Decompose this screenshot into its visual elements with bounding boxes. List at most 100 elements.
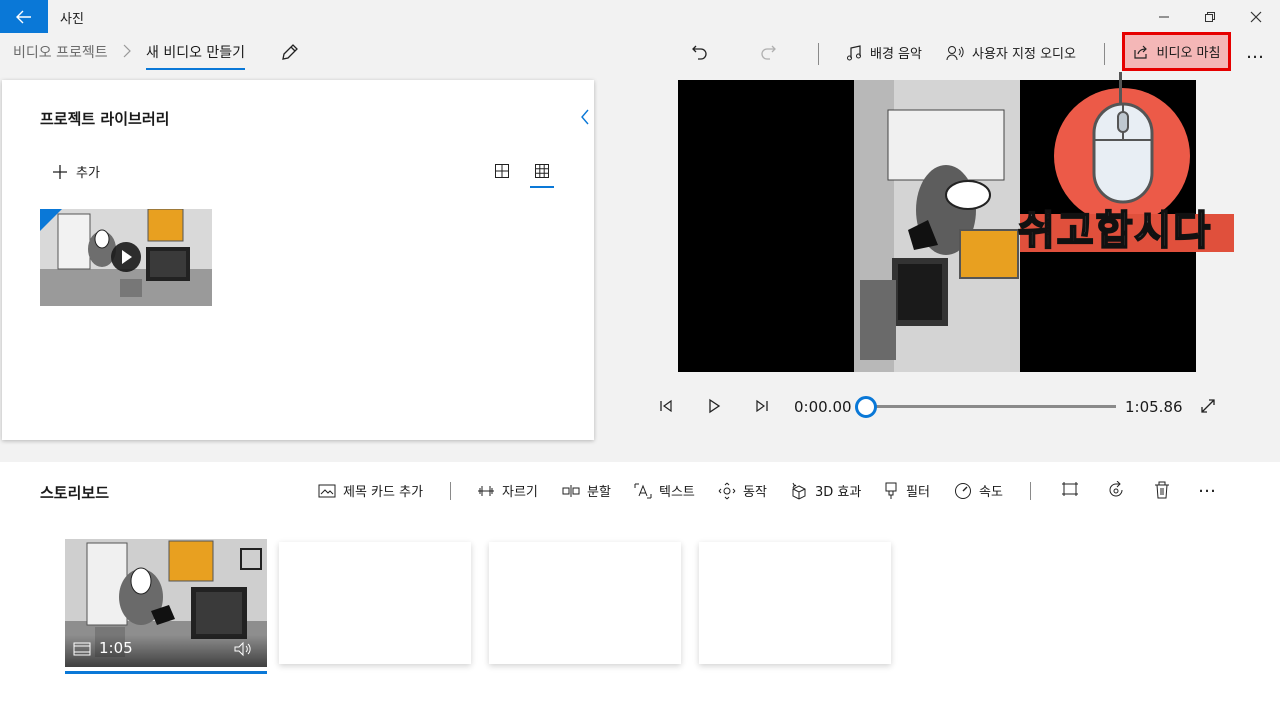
- next-frame-button[interactable]: [754, 398, 770, 418]
- finish-video-label: 비디오 마침: [1156, 46, 1221, 61]
- play-icon: [709, 398, 721, 414]
- overlay-caption: 쉬고합시다: [1017, 207, 1212, 255]
- plus-icon: [53, 164, 67, 179]
- speed-button[interactable]: 속도: [954, 481, 1003, 500]
- redo-button[interactable]: [758, 42, 778, 66]
- grid-small-icon: [535, 164, 549, 178]
- person-audio-icon: [946, 45, 964, 60]
- close-button[interactable]: [1236, 4, 1276, 30]
- music-note-icon: [847, 44, 861, 60]
- undo-button[interactable]: [690, 42, 710, 66]
- storyboard-more-button[interactable]: …: [1198, 476, 1216, 497]
- chevron-right-icon: [122, 42, 132, 64]
- toolbar-divider: [1104, 43, 1105, 65]
- split-button[interactable]: 분할: [562, 481, 611, 500]
- step-forward-icon: [756, 399, 768, 413]
- breadcrumb-current: 새 비디오 만들기: [146, 42, 246, 70]
- text-label: 텍스트: [659, 485, 695, 500]
- minimize-button[interactable]: [1144, 4, 1184, 30]
- split-icon: [562, 484, 580, 497]
- chevron-left-icon: [581, 109, 589, 125]
- speed-label: 속도: [979, 485, 1003, 500]
- expand-icon: [1201, 399, 1215, 413]
- add-media-label: 추가: [76, 166, 100, 181]
- seek-thumb[interactable]: [855, 396, 877, 418]
- share-icon: [1133, 45, 1147, 59]
- seek-track[interactable]: [866, 405, 1116, 408]
- clip-duration: 1:05: [99, 639, 133, 657]
- custom-audio-label: 사용자 지정 오디오: [972, 47, 1076, 62]
- clip-volume-button[interactable]: [233, 641, 253, 661]
- back-button[interactable]: [0, 0, 48, 33]
- crop-frame-icon: [1062, 482, 1078, 496]
- collapse-library-button[interactable]: [580, 108, 590, 130]
- title-bar: [0, 0, 1280, 34]
- toolbar-divider: [818, 43, 819, 65]
- restore-icon: [1205, 12, 1215, 22]
- grid-large-icon: [495, 164, 509, 178]
- motion-icon: [718, 482, 736, 499]
- rotate-button[interactable]: [1107, 481, 1125, 499]
- filters-button[interactable]: 필터: [883, 481, 930, 500]
- storyboard-title: 스토리보드: [40, 484, 110, 502]
- add-media-button[interactable]: 추가: [52, 162, 100, 181]
- title-card-icon: [318, 484, 336, 497]
- pencil-icon: [282, 44, 298, 60]
- undo-icon: [692, 45, 707, 60]
- total-time: 1:05.86: [1125, 398, 1183, 416]
- speedometer-icon: [955, 482, 971, 499]
- delete-button[interactable]: [1154, 481, 1170, 499]
- storyboard-clip[interactable]: 1:05: [65, 539, 267, 667]
- custom-audio-button[interactable]: 사용자 지정 오디오: [946, 43, 1076, 62]
- trash-icon: [1155, 481, 1169, 499]
- clip-type-icon: [73, 642, 91, 660]
- add-title-card-label: 제목 카드 추가: [343, 485, 424, 500]
- rotate-icon: [1109, 481, 1123, 497]
- trim-button[interactable]: 자르기: [477, 481, 538, 500]
- motion-label: 동작: [743, 485, 767, 500]
- small-grid-view-button[interactable]: [530, 160, 554, 188]
- text-icon: [634, 483, 652, 498]
- more-options-button[interactable]: …: [1246, 42, 1264, 63]
- background-music-button[interactable]: 배경 음악: [846, 43, 922, 62]
- close-icon: [1250, 11, 1262, 23]
- filters-label: 필터: [906, 485, 930, 500]
- previous-frame-button[interactable]: [658, 398, 674, 418]
- fullscreen-button[interactable]: [1200, 398, 1216, 418]
- edit-title-button[interactable]: [280, 42, 300, 66]
- mouse-cable: [1119, 72, 1122, 104]
- breadcrumb-parent[interactable]: 비디오 프로젝트: [13, 42, 108, 62]
- back-arrow-icon: [16, 10, 31, 23]
- 3d-effects-label: 3D 효과: [815, 485, 862, 500]
- app-title: 사진: [60, 12, 84, 27]
- text-button[interactable]: 텍스트: [634, 481, 695, 500]
- toolbar-divider: [450, 482, 451, 500]
- storyboard-empty-slot: [279, 542, 471, 664]
- restore-button[interactable]: [1190, 4, 1230, 30]
- storyboard-empty-slot: [699, 542, 891, 664]
- motion-button[interactable]: 동작: [718, 481, 767, 500]
- 3d-cube-icon: [792, 482, 806, 500]
- finish-video-button[interactable]: 비디오 마침: [1122, 32, 1231, 71]
- 3d-effects-button[interactable]: 3D 효과: [790, 481, 861, 500]
- step-back-icon: [660, 399, 672, 413]
- mouse-icon: [1092, 102, 1154, 208]
- library-media-thumbnail[interactable]: [40, 209, 212, 306]
- background-music-label: 배경 음악: [870, 47, 922, 62]
- play-button[interactable]: [706, 398, 722, 418]
- add-title-card-button[interactable]: 제목 카드 추가: [318, 481, 423, 500]
- video-thumbnail-image: [40, 209, 212, 306]
- trim-label: 자르기: [502, 485, 538, 500]
- large-grid-view-button[interactable]: [494, 163, 510, 183]
- storyboard-panel: 스토리보드 제목 카드 추가 자르기 분할 텍스트 동작 3D 효과 필터 속도: [0, 462, 1280, 720]
- resize-button[interactable]: [1061, 481, 1079, 497]
- split-label: 분할: [587, 485, 611, 500]
- library-title: 프로젝트 라이브러리: [40, 110, 170, 128]
- toolbar-divider: [1030, 482, 1031, 500]
- current-time: 0:00.00: [794, 398, 852, 416]
- trim-icon: [478, 485, 494, 496]
- storyboard-empty-slot: [489, 542, 681, 664]
- filter-brush-icon: [885, 482, 897, 499]
- minimize-icon: [1159, 16, 1169, 18]
- clip-selection-indicator: [65, 671, 267, 674]
